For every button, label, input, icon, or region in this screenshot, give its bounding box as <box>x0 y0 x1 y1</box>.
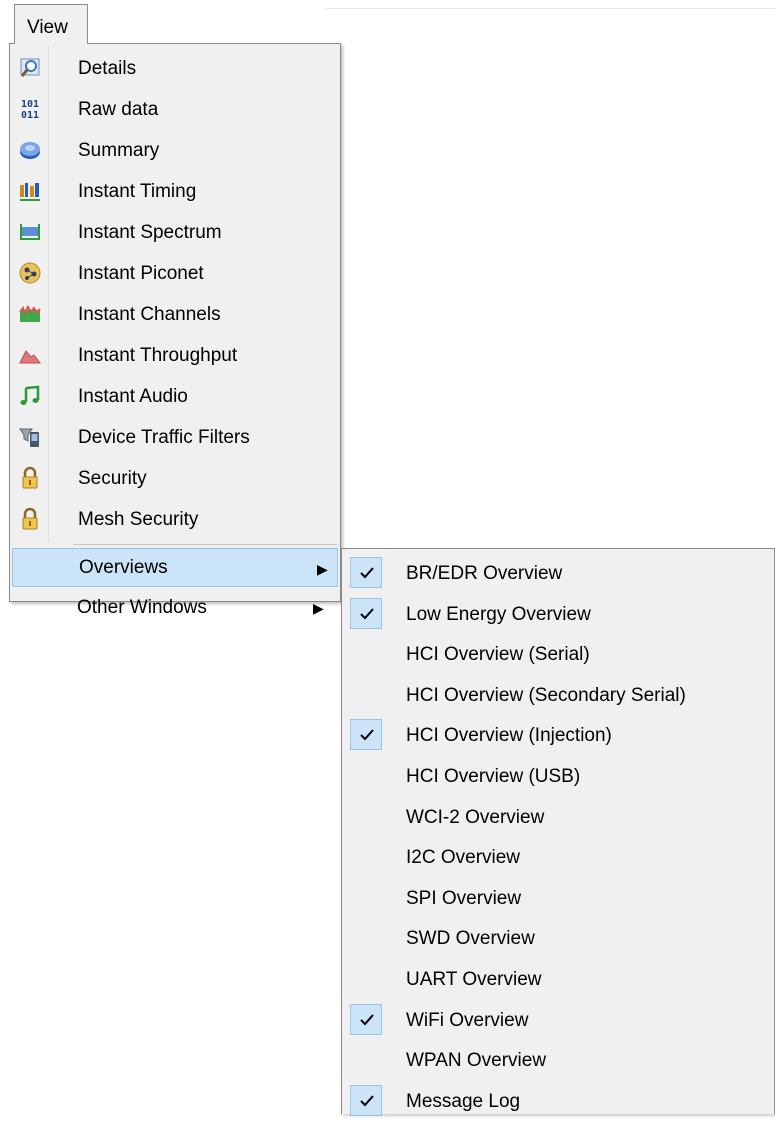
view-menu: Details 101 011 Raw data Summary Instant… <box>9 43 341 602</box>
checkmark-icon <box>350 719 382 751</box>
overview-item-hci-overview-secondary-serial[interactable]: HCI Overview (Secondary Serial) <box>344 674 772 715</box>
menu-item-instant-channels[interactable]: Instant Channels <box>12 295 338 334</box>
throughput-icon <box>19 350 41 364</box>
checkmark-icon <box>350 597 382 629</box>
piconet-icon <box>19 262 41 284</box>
padlock-icon <box>22 466 38 489</box>
overview-item-hci-overview-serial[interactable]: HCI Overview (Serial) <box>344 633 772 674</box>
menu-item-label: Details <box>78 58 137 79</box>
menu-item-label: Raw data <box>78 99 159 120</box>
overview-item-spi-overview[interactable]: SPI Overview <box>344 877 772 918</box>
overview-item-low-energy-overview[interactable]: Low Energy Overview <box>344 593 772 634</box>
overview-item-label: BR/EDR Overview <box>406 563 563 584</box>
overview-item-hci-overview-usb[interactable]: HCI Overview (USB) <box>344 755 772 796</box>
menu-item-instant-throughput[interactable]: Instant Throughput <box>12 336 338 375</box>
menu-item-instant-piconet[interactable]: Instant Piconet <box>12 254 338 293</box>
menu-item-label: Overviews <box>79 557 168 578</box>
menu-item-overviews[interactable]: Overviews ▶ <box>12 548 338 587</box>
submenu-arrow-icon: ▶ <box>313 600 324 616</box>
overview-item-uart-overview[interactable]: UART Overview <box>344 958 772 999</box>
checkmark-icon <box>350 557 382 588</box>
menu-item-label: Instant Throughput <box>78 345 238 366</box>
menu-item-instant-spectrum[interactable]: Instant Spectrum <box>12 213 338 252</box>
view-menu-label: View <box>27 17 68 38</box>
menu-item-label: Mesh Security <box>78 509 199 530</box>
svg-text:011: 011 <box>21 110 39 121</box>
menu-item-label: Instant Channels <box>78 304 221 325</box>
overview-item-wifi-overview[interactable]: WiFi Overview <box>344 999 772 1040</box>
padlock-icon <box>22 507 38 530</box>
overview-item-label: HCI Overview (Serial) <box>406 644 590 666</box>
overview-item-label: HCI Overview (USB) <box>406 766 581 787</box>
binary-101-011-icon: 101 011 <box>21 99 39 121</box>
menu-item-device-traffic-filters[interactable]: Device Traffic Filters <box>12 418 338 457</box>
menu-item-label: Instant Timing <box>78 181 197 202</box>
menu-item-raw-data[interactable]: 101 011 Raw data <box>12 90 338 129</box>
svg-text:101: 101 <box>21 99 39 110</box>
overview-item-label: WPAN Overview <box>406 1050 547 1072</box>
overview-item-message-log[interactable]: Message Log <box>344 1080 772 1121</box>
overview-item-label: SPI Overview <box>406 887 522 909</box>
menu-item-label: Security <box>78 468 147 489</box>
menu-separator <box>73 544 337 545</box>
menu-item-mesh-security[interactable]: Mesh Security <box>12 500 338 539</box>
disk-icon <box>20 142 40 159</box>
overview-item-label: HCI Overview (Injection) <box>406 725 612 747</box>
overview-item-hci-overview-injection[interactable]: HCI Overview (Injection) <box>344 714 772 755</box>
magnifier-icon <box>20 58 40 77</box>
overview-item-label: I2C Overview <box>406 847 521 869</box>
overview-item-i2c-overview[interactable]: I2C Overview <box>344 836 772 877</box>
checkmark-icon <box>350 1003 382 1035</box>
menu-item-label: Instant Piconet <box>78 263 204 284</box>
overviews-submenu: BR/EDR Overview Low Energy Overview HCI Ov… <box>341 548 775 1116</box>
overview-item-swd-overview[interactable]: SWD Overview <box>344 917 772 958</box>
channels-icon <box>19 304 41 322</box>
menu-item-label: Device Traffic Filters <box>78 427 250 448</box>
device-filter-icon <box>19 428 39 447</box>
view-menu-tab[interactable]: View <box>14 4 88 44</box>
overview-item-br-edr-overview[interactable]: BR/EDR Overview <box>344 552 772 593</box>
overview-item-wci-2-overview[interactable]: WCI-2 Overview <box>344 796 772 837</box>
menu-item-instant-timing[interactable]: Instant Timing <box>12 172 338 211</box>
menu-item-label: Summary <box>78 140 160 161</box>
menu-item-label: Instant Spectrum <box>78 222 222 243</box>
menu-item-security[interactable]: Security <box>12 459 338 498</box>
menu-item-label: Other Windows <box>77 597 207 618</box>
menu-item-label: Instant Audio <box>78 386 188 407</box>
overview-item-label: Low Energy Overview <box>406 603 591 625</box>
overview-item-label: WiFi Overview <box>406 1009 529 1031</box>
overview-item-label: Message Log <box>406 1090 521 1112</box>
overview-item-label: SWD Overview <box>406 928 535 950</box>
overview-item-label: WCI-2 Overview <box>406 806 545 828</box>
submenu-arrow-icon: ▶ <box>317 561 328 577</box>
menu-item-instant-audio[interactable]: Instant Audio <box>12 377 338 416</box>
timing-bars-icon <box>20 183 40 201</box>
overview-item-wpan-overview[interactable]: WPAN Overview <box>344 1039 772 1080</box>
menu-item-summary[interactable]: Summary <box>12 131 338 170</box>
menu-item-details[interactable]: Details <box>12 49 338 88</box>
checkmark-icon <box>350 1084 382 1116</box>
spectrum-icon <box>20 224 40 240</box>
overview-item-label: UART Overview <box>406 969 542 990</box>
music-note-icon <box>20 385 40 405</box>
overview-item-label: HCI Overview (Secondary Serial) <box>406 684 686 706</box>
